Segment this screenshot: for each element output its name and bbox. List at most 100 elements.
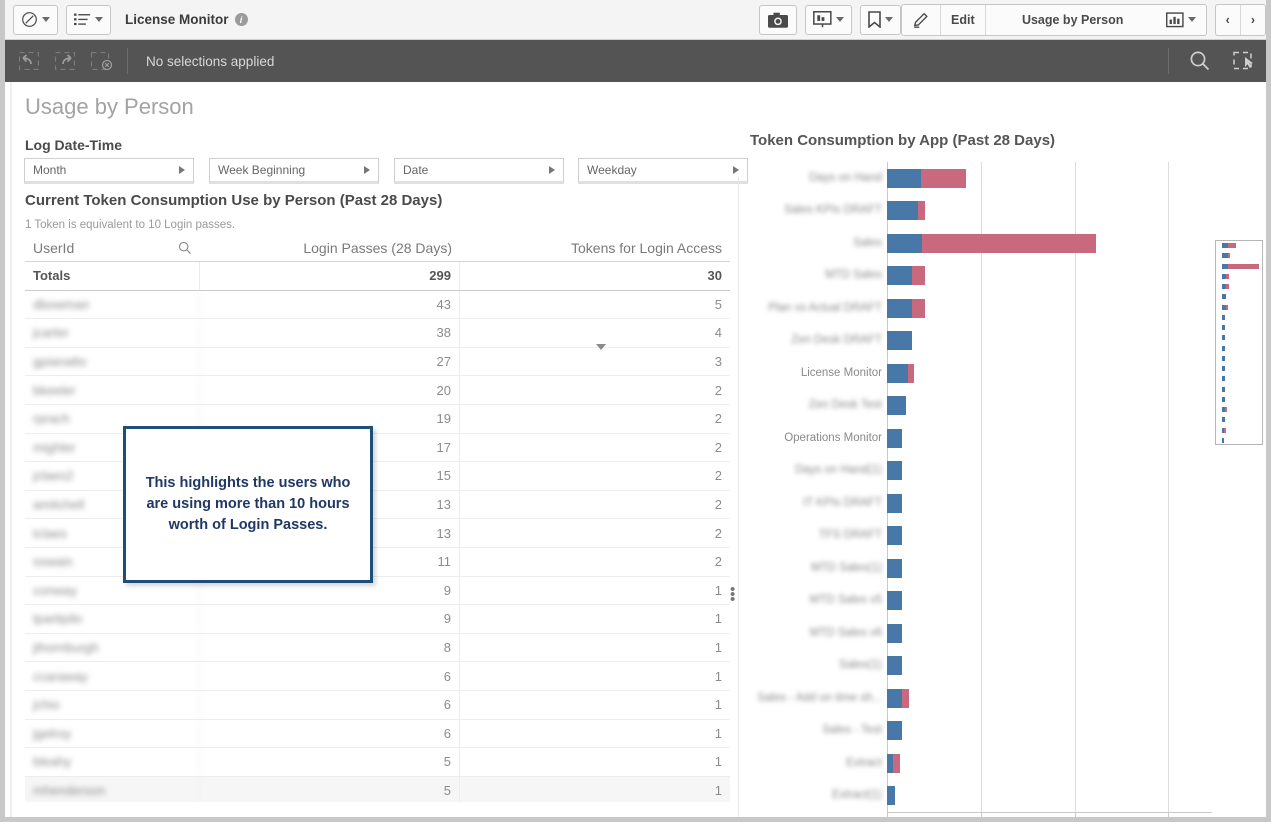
chart-bar-row[interactable]: Extract(1) — [832, 786, 896, 806]
cell-tokens[interactable]: 3 — [460, 348, 730, 376]
bar-segment-user-access[interactable] — [887, 558, 902, 578]
chart-bar-row[interactable]: Days on Hand(1) — [795, 461, 902, 481]
cell-login-passes[interactable]: 6 — [200, 719, 460, 748]
chart-bar-row[interactable]: IT KPIs DRAFT — [803, 493, 902, 513]
chart-bar-row[interactable]: MTD Sales — [825, 266, 926, 286]
next-sheet-button[interactable]: › — [1241, 5, 1265, 35]
cell-tokens[interactable]: 2 — [460, 491, 730, 519]
chart-bar-row[interactable]: TFS DRAFT — [819, 526, 902, 546]
cell-tokens[interactable]: 2 — [460, 548, 730, 576]
cell-login-passes[interactable]: 6 — [200, 690, 460, 719]
chart-bar-row[interactable]: Zen Desk Test — [809, 396, 906, 416]
cell-login-passes[interactable]: 43 — [200, 290, 460, 319]
bookmark-button[interactable] — [860, 4, 902, 35]
bar-segment-user-access[interactable] — [887, 363, 908, 383]
cell-userid[interactable]: jgelroy — [25, 719, 200, 748]
cell-tokens[interactable]: 1 — [460, 691, 730, 719]
sheet-picker-button[interactable] — [1156, 5, 1206, 35]
chart-bar-row[interactable]: Zen Desk DRAFT — [791, 331, 912, 351]
cell-login-passes[interactable]: 9 — [200, 605, 460, 633]
column-header-userid[interactable]: UserId — [25, 240, 200, 261]
cell-userid[interactable]: ccaraway — [25, 662, 200, 690]
bar-segment-user-access[interactable] — [887, 461, 902, 481]
chart-bar-row[interactable]: Days on Hand — [809, 168, 967, 188]
selection-back-icon[interactable] — [19, 52, 39, 70]
chart-plot-area[interactable]: 0153045Days on HandSales KPIs DRAFTSales… — [757, 162, 1212, 817]
bar-segment-login-access[interactable] — [912, 266, 926, 286]
bar-segment-login-access[interactable] — [921, 168, 967, 188]
column-header-login-passes[interactable]: Login Passes (28 Days) — [200, 240, 460, 261]
chart-bar-row[interactable]: Plan vs Actual DRAFT — [768, 298, 926, 318]
previous-sheet-button[interactable]: ‹ — [1216, 4, 1241, 35]
bar-segment-user-access[interactable] — [887, 623, 902, 643]
search-icon[interactable] — [1189, 50, 1211, 72]
cell-userid[interactable]: bkeeler — [25, 376, 200, 404]
bar-segment-login-access[interactable] — [907, 363, 914, 383]
cell-tokens[interactable]: 1 — [460, 777, 730, 802]
cell-login-passes[interactable]: 8 — [200, 633, 460, 662]
cell-tokens[interactable]: 1 — [460, 577, 730, 605]
snapshot-button[interactable] — [759, 4, 798, 35]
filter-weekday[interactable]: Weekday — [578, 158, 748, 184]
selection-forward-icon[interactable] — [55, 52, 75, 70]
cell-userid[interactable]: gpianatto — [25, 347, 200, 376]
bar-segment-user-access[interactable] — [887, 201, 919, 221]
cell-tokens[interactable]: 1 — [460, 634, 730, 662]
cell-tokens[interactable]: 1 — [460, 662, 730, 690]
edit-button[interactable] — [902, 4, 942, 35]
table-row[interactable]: jcarter 38 4 — [25, 319, 730, 348]
edit-label-button[interactable]: Edit — [941, 4, 986, 35]
cell-tokens[interactable]: 2 — [460, 519, 730, 547]
bar-segment-user-access[interactable] — [887, 786, 896, 806]
chart-bar-row[interactable]: MTD Sales v5 — [810, 591, 902, 611]
bar-segment-login-access[interactable] — [918, 201, 925, 221]
chart-bar-row[interactable]: Sales KPIs DRAFT — [784, 201, 925, 221]
cell-login-passes[interactable]: 20 — [200, 376, 460, 404]
chart-bar-row[interactable]: License Monitor — [801, 363, 914, 383]
table-row[interactable]: jchio 6 1 — [25, 690, 730, 720]
cell-login-passes[interactable]: 6 — [200, 662, 460, 690]
bar-segment-user-access[interactable] — [887, 656, 902, 676]
chart-bar-row[interactable]: Sales(1) — [839, 656, 902, 676]
column-header-tokens[interactable]: Tokens for Login Access — [460, 240, 730, 261]
cell-userid[interactable]: bleahy — [25, 748, 200, 776]
chart-bar-row[interactable]: Extract — [846, 753, 901, 773]
cell-tokens[interactable]: 2 — [460, 376, 730, 404]
bar-segment-user-access[interactable] — [887, 428, 902, 448]
search-icon[interactable] — [178, 241, 192, 255]
cell-tokens[interactable]: 2 — [460, 434, 730, 462]
table-row[interactable]: ccaraway 6 1 — [25, 662, 730, 691]
bar-segment-user-access[interactable] — [887, 493, 902, 513]
bar-segment-login-access[interactable] — [902, 688, 909, 708]
cell-tokens[interactable]: 1 — [460, 748, 730, 776]
cell-tokens[interactable]: 1 — [460, 605, 730, 633]
cell-tokens[interactable]: 2 — [460, 462, 730, 490]
cell-userid[interactable]: dbowman — [25, 290, 200, 319]
cell-userid[interactable]: jchio — [25, 690, 200, 719]
table-row[interactable]: bleahy 5 1 — [25, 748, 730, 777]
bar-segment-user-access[interactable] — [887, 331, 912, 351]
bar-segment-login-access[interactable] — [893, 753, 901, 773]
cell-tokens[interactable]: 4 — [460, 319, 730, 347]
cell-userid[interactable]: tpartipilo — [25, 605, 200, 633]
bar-segment-user-access[interactable] — [887, 266, 912, 286]
bar-segment-login-access[interactable] — [922, 233, 1096, 253]
cell-login-passes[interactable]: 27 — [200, 347, 460, 376]
cell-login-passes[interactable]: 5 — [200, 748, 460, 776]
bar-segment-user-access[interactable] — [887, 721, 902, 741]
chart-bar-row[interactable]: Sales - Add on time sh... — [757, 688, 909, 708]
cell-tokens[interactable]: 5 — [460, 291, 730, 319]
table-row[interactable]: jgelroy 6 1 — [25, 719, 730, 749]
cell-userid[interactable]: jthornburgh — [25, 633, 200, 662]
chart-bar-row[interactable]: MTD Sales v6 — [810, 623, 902, 643]
sheet-list-button[interactable] — [66, 4, 111, 35]
chart-bar-row[interactable]: Sales — [853, 233, 1096, 253]
bar-segment-user-access[interactable] — [887, 526, 902, 546]
table-row[interactable]: tpartipilo 9 1 — [25, 605, 730, 634]
cell-login-passes[interactable]: 5 — [200, 776, 460, 802]
cell-tokens[interactable]: 2 — [460, 405, 730, 433]
chart-bar-row[interactable]: Sales - Test — [822, 721, 902, 741]
bar-segment-user-access[interactable] — [887, 298, 912, 318]
chart-bar-row[interactable]: Operations Monitor — [784, 428, 902, 448]
bar-segment-user-access[interactable] — [887, 688, 902, 708]
